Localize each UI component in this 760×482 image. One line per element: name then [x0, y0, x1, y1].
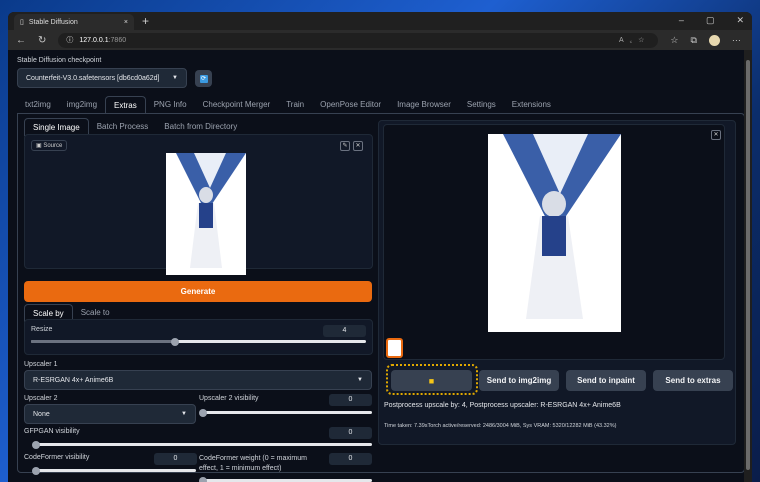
- open-folder-button[interactable]: ■: [391, 370, 472, 391]
- generation-info: Postprocess upscale by: 4, Postprocess u…: [384, 402, 621, 409]
- source-image-panel[interactable]: ▣ Source ✎ ✕: [24, 134, 373, 275]
- close-icon[interactable]: ✕: [353, 141, 363, 151]
- tab-extras[interactable]: Extras: [105, 96, 146, 114]
- maximize-button[interactable]: ▢: [706, 15, 715, 26]
- gfpgan-visibility-input[interactable]: 0: [329, 427, 372, 439]
- url-host: 127.0.0.1: [79, 36, 109, 44]
- tab-title: Stable Diffusion: [28, 18, 78, 26]
- scrollbar-thumb[interactable]: [746, 60, 750, 470]
- tab-train[interactable]: Train: [278, 96, 312, 114]
- tab-image-browser[interactable]: Image Browser: [389, 96, 459, 114]
- url-field[interactable]: ⓘ 127.0.0.1:7860 A꜀☆: [58, 32, 659, 48]
- send-to-extras-button[interactable]: Send to extras: [653, 370, 733, 391]
- upscaler2-visibility-label: Upscaler 2 visibility: [199, 395, 259, 402]
- slider-handle[interactable]: [171, 337, 180, 346]
- chevron-down-icon: ▼: [357, 377, 363, 383]
- source-image: [166, 153, 246, 275]
- tab-txt2img[interactable]: txt2img: [17, 96, 59, 114]
- main-tabs: txt2img img2img Extras PNG Info Checkpoi…: [17, 96, 559, 114]
- address-bar-icons[interactable]: A꜀☆: [619, 36, 650, 45]
- new-tab-button[interactable]: +: [142, 14, 149, 28]
- back-button[interactable]: ←: [16, 35, 26, 46]
- codeformer-visibility-label: CodeFormer visibility: [24, 454, 90, 461]
- page-icon: ▯: [20, 19, 24, 26]
- send-to-inpaint-button[interactable]: Send to inpaint: [566, 370, 646, 391]
- tab-checkpoint-merger[interactable]: Checkpoint Merger: [195, 96, 279, 114]
- upscaler2-label: Upscaler 2: [24, 395, 58, 402]
- checkpoint-label: Stable Diffusion checkpoint: [17, 57, 102, 64]
- resize-input[interactable]: 4: [323, 325, 366, 337]
- checkpoint-dropdown[interactable]: Counterfeit-V3.0.safetensors [db6cd0a62d…: [17, 68, 187, 88]
- upscaler1-value: R-ESRGAN 4x+ Anime6B: [33, 376, 114, 384]
- output-gallery: ✕: [383, 124, 725, 360]
- close-icon[interactable]: ✕: [711, 130, 721, 140]
- checkpoint-value: Counterfeit-V3.0.safetensors [db6cd0a62d…: [26, 74, 160, 82]
- upscaler2-dropdown[interactable]: None ▼: [24, 404, 196, 424]
- timing-info: Time taken: 7.39sTorch active/reserved: …: [384, 423, 617, 429]
- resize-label: Resize: [31, 326, 53, 333]
- output-thumbnail[interactable]: [386, 338, 403, 358]
- folder-icon: ■: [428, 375, 435, 386]
- url-port: :7860: [108, 36, 127, 44]
- chevron-down-icon: ▼: [172, 75, 178, 81]
- minimize-button[interactable]: –: [679, 15, 684, 26]
- output-image[interactable]: [488, 134, 621, 332]
- generate-button[interactable]: Generate: [24, 281, 372, 302]
- webui-content: Stable Diffusion checkpoint Counterfeit-…: [8, 50, 745, 482]
- upscaler1-dropdown[interactable]: R-ESRGAN 4x+ Anime6B ▼: [24, 370, 372, 390]
- upscaler2-value: None: [33, 410, 50, 418]
- tab-openpose-editor[interactable]: OpenPose Editor: [312, 96, 389, 114]
- close-tab-icon[interactable]: ×: [124, 19, 128, 26]
- tab-settings[interactable]: Settings: [459, 96, 504, 114]
- scale-by-panel: Resize 4: [24, 319, 373, 355]
- address-bar-row: ← ↻ ⓘ 127.0.0.1:7860 A꜀☆ ☆ ⧉ ···: [8, 30, 752, 50]
- resize-slider[interactable]: [31, 337, 366, 346]
- reload-button[interactable]: ↻: [38, 35, 46, 46]
- refresh-icon: ⟳: [199, 74, 208, 83]
- slider-handle[interactable]: [199, 408, 207, 417]
- more-icon[interactable]: ···: [732, 35, 741, 46]
- slider-fill: [31, 340, 176, 343]
- tab-png-info[interactable]: PNG Info: [146, 96, 195, 114]
- upscaler2-visibility-input[interactable]: 0: [329, 394, 372, 406]
- source-label: ▣ Source: [31, 140, 68, 151]
- upscaler2-visibility-slider[interactable]: [199, 408, 372, 417]
- close-window-button[interactable]: ✕: [736, 15, 744, 26]
- gfpgan-visibility-label: GFPGAN visibility: [24, 428, 80, 435]
- browser-tab[interactable]: ▯ Stable Diffusion ×: [14, 14, 134, 30]
- gfpgan-visibility-slider[interactable]: [32, 440, 372, 449]
- codeformer-visibility-slider[interactable]: [32, 466, 196, 475]
- favorites-icon[interactable]: ☆: [670, 35, 678, 46]
- send-to-img2img-button[interactable]: Send to img2img: [479, 370, 559, 391]
- upscaler1-label: Upscaler 1: [24, 361, 58, 368]
- refresh-checkpoint-button[interactable]: ⟳: [195, 70, 212, 87]
- codeformer-visibility-input[interactable]: 0: [154, 453, 197, 465]
- browser-window: ▯ Stable Diffusion × + – ▢ ✕ ← ↻ ⓘ 127.0.0.1:…: [8, 12, 752, 482]
- collections-icon[interactable]: ⧉: [690, 35, 696, 46]
- chevron-down-icon: ▼: [181, 411, 187, 417]
- tab-img2img[interactable]: img2img: [59, 96, 105, 114]
- page-scrollbar[interactable]: [744, 50, 752, 482]
- codeformer-weight-label: CodeFormer weight (0 = maximum effect, 1…: [199, 455, 307, 472]
- tab-extensions[interactable]: Extensions: [504, 96, 559, 114]
- browser-tab-strip: ▯ Stable Diffusion × + – ▢ ✕: [8, 12, 752, 30]
- source-label-text: Source: [43, 143, 63, 149]
- edit-icon[interactable]: ✎: [340, 141, 350, 151]
- info-icon: ⓘ: [66, 37, 74, 44]
- slider-handle[interactable]: [32, 466, 40, 475]
- codeformer-weight-input[interactable]: 0: [329, 453, 372, 465]
- slider-handle[interactable]: [32, 440, 40, 449]
- slider-handle[interactable]: [199, 476, 207, 482]
- profile-avatar[interactable]: [708, 34, 720, 46]
